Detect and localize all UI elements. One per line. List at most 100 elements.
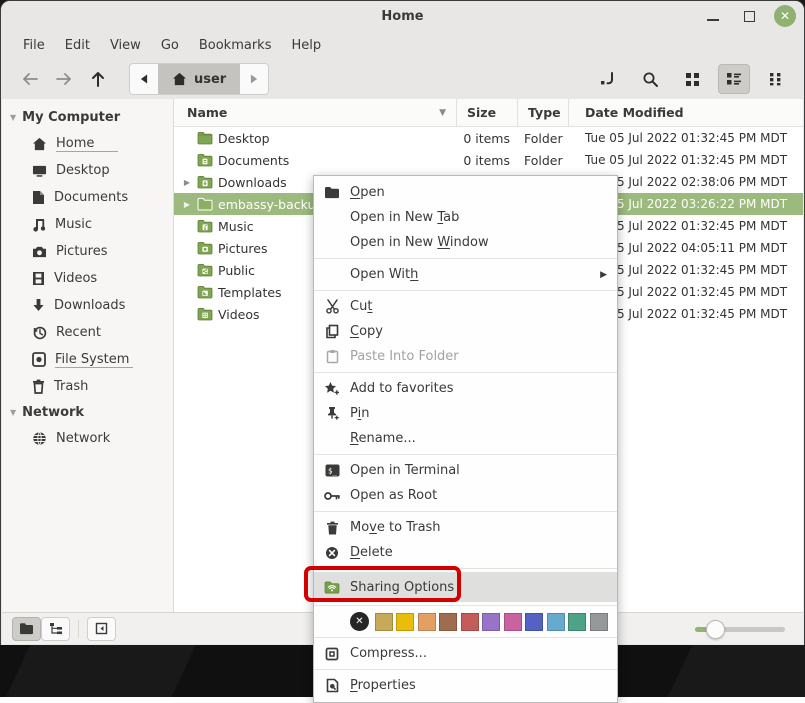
menu-item-open-as-root[interactable]: Open as Root (314, 483, 617, 508)
breadcrumb-next-button[interactable] (240, 64, 268, 94)
menu-separator (314, 637, 617, 638)
color-swatch-gray[interactable] (590, 613, 608, 631)
menu-item-pin[interactable]: Pin (314, 401, 617, 426)
color-swatch-sand[interactable] (375, 613, 393, 631)
sidebar-item-network[interactable]: Network (2, 425, 173, 452)
sidebar-item-label: Recent (56, 325, 101, 340)
sidebar-section-my-computer[interactable]: ▼ My Computer (2, 105, 173, 130)
menu-go[interactable]: Go (151, 34, 189, 57)
menu-separator (314, 372, 617, 373)
color-swatch-brown[interactable] (439, 613, 457, 631)
home-icon (32, 137, 47, 151)
color-swatch-yellow[interactable] (396, 613, 414, 631)
sidebar-item-pictures[interactable]: Pictures (2, 238, 173, 265)
sidebar-item-downloads[interactable]: Downloads (2, 292, 173, 319)
menu-item-paste-into-folder[interactable]: Paste Into Folder (314, 344, 617, 369)
sidebar-item-videos[interactable]: Videos (2, 265, 173, 292)
color-swatch-cyan[interactable] (547, 613, 565, 631)
menu-item-open[interactable]: Open (314, 180, 617, 205)
show-treeview-button[interactable] (41, 617, 70, 641)
sidebar-item-music[interactable]: Music (2, 211, 173, 238)
menu-item-sharing-options[interactable]: Sharing Options (314, 572, 617, 602)
show-places-button[interactable] (12, 617, 41, 641)
menu-separator (314, 454, 617, 455)
menu-item-properties[interactable]: Properties (314, 673, 617, 698)
menu-view[interactable]: View (100, 34, 151, 57)
sidebar-item-desktop[interactable]: Desktop (2, 157, 173, 184)
color-swatch-pink[interactable] (504, 613, 522, 631)
statusbar-divider (78, 620, 79, 638)
camera-icon (32, 245, 47, 258)
sidebar-item-label: Network (56, 431, 110, 446)
hide-sidebar-button[interactable] (87, 617, 116, 641)
collapse-triangle-icon: ▼ (10, 408, 16, 417)
maximize-button[interactable] (738, 5, 760, 27)
menu-item-move-to-trash[interactable]: Move to Trash (314, 515, 617, 540)
sidebar-item-label: Downloads (54, 298, 125, 313)
menu-file[interactable]: File (13, 34, 55, 57)
sidebar-item-recent[interactable]: Recent (2, 319, 173, 346)
up-button[interactable] (81, 64, 115, 94)
back-button[interactable] (13, 64, 47, 94)
menu-bookmarks[interactable]: Bookmarks (189, 34, 282, 57)
key-icon (324, 491, 340, 501)
minimize-button[interactable] (702, 5, 724, 27)
list-view-button[interactable] (718, 64, 750, 94)
treeview-icon (49, 622, 63, 635)
color-swatch-red[interactable] (461, 613, 479, 631)
menu-item-open-in-new-window[interactable]: Open in New Window (314, 230, 617, 255)
expander-icon[interactable]: ▶ (182, 200, 192, 209)
sidebar-item-documents[interactable]: Documents (2, 184, 173, 211)
column-header-name[interactable]: Name ▼ (174, 99, 457, 126)
clear-color-icon: ✕ (355, 616, 363, 627)
clear-color-button[interactable]: ✕ (350, 612, 369, 631)
icon-view-button[interactable] (676, 64, 708, 94)
close-button[interactable]: ✕ (774, 5, 796, 27)
breadcrumb-current[interactable]: user (158, 64, 240, 94)
color-swatch-teal[interactable] (568, 613, 586, 631)
color-swatch-purple[interactable] (482, 613, 500, 631)
breadcrumb-prev-button[interactable] (130, 64, 158, 94)
search-button[interactable] (634, 64, 666, 94)
color-swatch-blue[interactable] (525, 613, 543, 631)
compact-view-icon (769, 72, 783, 86)
menu-item-compress[interactable]: Compress... (314, 641, 617, 666)
file-row-documents[interactable]: Documents 0 items Folder Tue 05 Jul 2022… (174, 149, 803, 171)
menu-item-open-in-terminal[interactable]: $_ Open in Terminal (314, 458, 617, 483)
titlebar[interactable]: Home ✕ (1, 1, 804, 31)
sidebar-item-trash[interactable]: Trash (2, 373, 173, 400)
section-label: Network (22, 405, 84, 420)
column-header-type[interactable]: Type (518, 99, 569, 126)
slider-knob[interactable] (706, 620, 725, 639)
sidebar-item-label: Home (56, 136, 118, 152)
list-header: Name ▼ Size Type Date Modified (174, 99, 803, 127)
location-entry-icon (599, 71, 617, 87)
color-swatch-orange[interactable] (418, 613, 436, 631)
up-icon (90, 70, 106, 88)
menu-item-cut[interactable]: Cut (314, 294, 617, 319)
file-row-desktop[interactable]: Desktop 0 items Folder Tue 05 Jul 2022 0… (174, 127, 803, 149)
menu-item-add-to-favorites[interactable]: Add to favorites (314, 376, 617, 401)
menu-item-open-with[interactable]: Open With ▶ (314, 262, 617, 287)
menu-item-rename[interactable]: Rename... (314, 426, 617, 451)
forward-button[interactable] (47, 64, 81, 94)
location-entry-button[interactable] (592, 64, 624, 94)
folder-pictures-icon (197, 241, 213, 255)
column-header-date[interactable]: Date Modified (569, 99, 803, 126)
menu-item-delete[interactable]: Delete (314, 540, 617, 565)
column-header-size[interactable]: Size (457, 99, 518, 126)
menu-item-copy[interactable]: Copy (314, 319, 617, 344)
compact-view-button[interactable] (760, 64, 792, 94)
folder-icon (197, 197, 213, 211)
expander-icon[interactable]: ▶ (182, 178, 192, 187)
chevron-left-icon (140, 74, 148, 84)
menu-edit[interactable]: Edit (55, 34, 100, 57)
sidebar-item-file-system[interactable]: File System (2, 346, 173, 373)
icon-view-icon (685, 72, 700, 87)
sidebar-section-network[interactable]: ▼ Network (2, 400, 173, 425)
sidebar-item-home[interactable]: Home (2, 130, 173, 157)
delete-icon (325, 546, 339, 560)
zoom-slider[interactable] (695, 621, 785, 637)
menu-help[interactable]: Help (281, 34, 331, 57)
menu-item-open-in-new-tab[interactable]: Open in New Tab (314, 205, 617, 230)
